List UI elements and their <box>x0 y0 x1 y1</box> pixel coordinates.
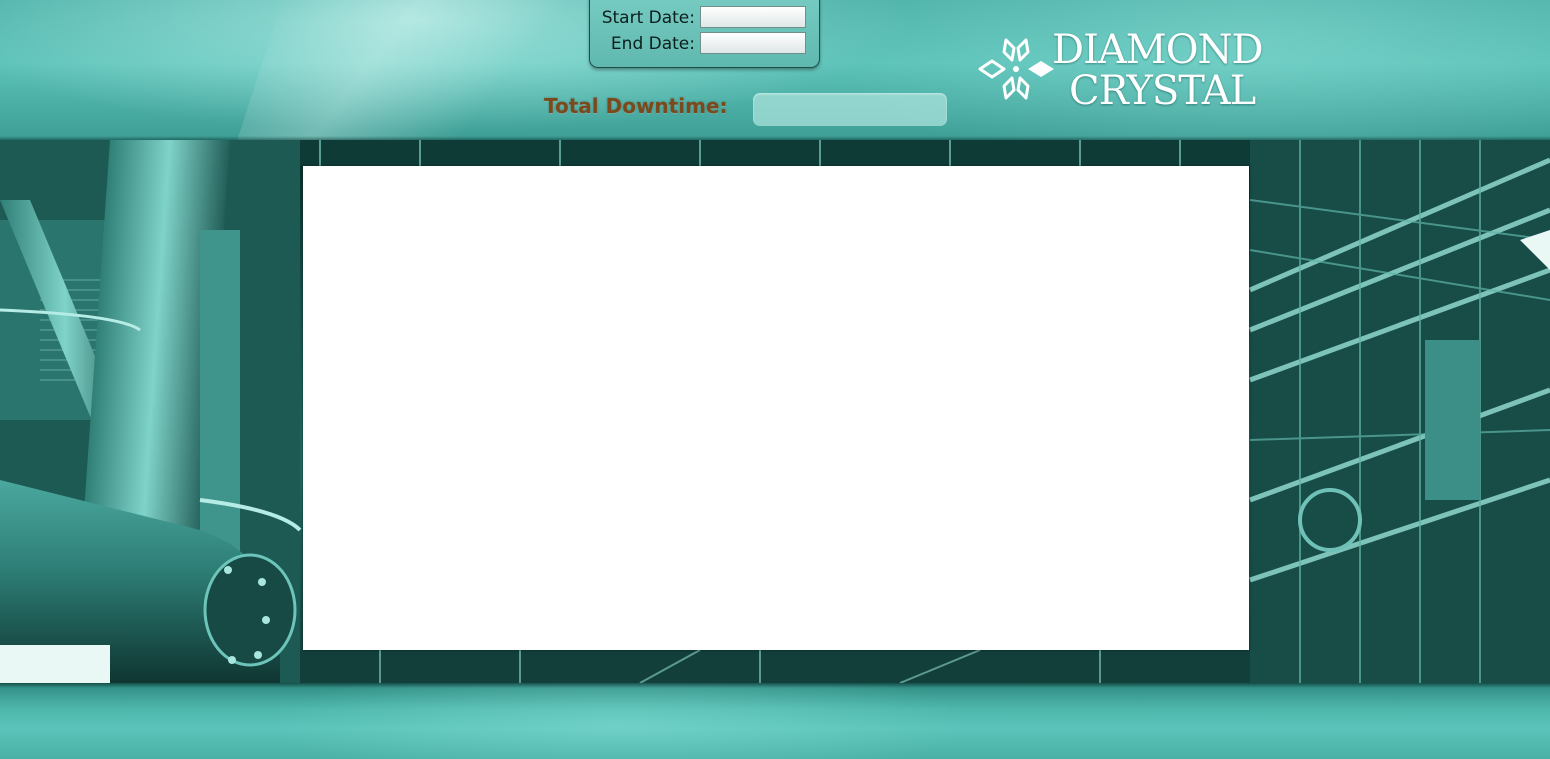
start-date-label: Start Date: <box>601 8 695 28</box>
header-banner: Start Date: End Date: Total Downtime: DI… <box>0 0 1550 160</box>
footer-banner <box>0 683 1550 759</box>
end-date-label: End Date: <box>610 34 695 54</box>
main-content-panel <box>303 166 1249 650</box>
end-date-input[interactable] <box>700 32 806 54</box>
logo-text-crystal: CRYSTAL <box>1069 68 1256 114</box>
end-date-row: End Date: <box>590 32 819 56</box>
total-downtime-label: Total Downtime: <box>544 94 728 118</box>
company-logo: DIAMOND CRYSTAL <box>976 27 1286 114</box>
dashboard-page: Start Date: End Date: Total Downtime: DI… <box>0 0 1550 759</box>
snowflake-diamond-icon <box>978 38 1054 100</box>
date-filter-panel: Start Date: End Date: <box>589 0 820 68</box>
industrial-background-image <box>0 140 1550 683</box>
header-light-ray <box>230 0 630 160</box>
total-downtime-value <box>753 93 947 126</box>
start-date-row: Start Date: <box>590 6 819 30</box>
logo-text-diamond: DIAMOND <box>1052 27 1264 73</box>
start-date-input[interactable] <box>700 6 806 28</box>
